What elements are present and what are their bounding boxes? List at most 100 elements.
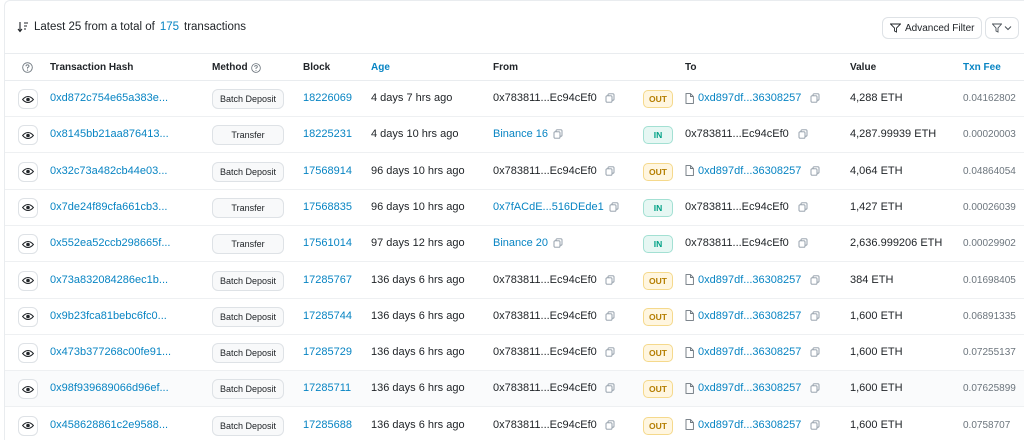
from-address-cell: 0x783811...Ec94cEf0 [493, 274, 615, 286]
from-address-link[interactable]: 0x783811...Ec94cEf0 [493, 346, 597, 358]
method-badge: Batch Deposit [212, 89, 284, 109]
from-address-link[interactable]: 0x7fACdE...516DEde1 [493, 201, 604, 213]
view-details-eye-button[interactable] [18, 379, 38, 400]
age-text: 4 days 7 hrs ago [371, 92, 453, 104]
copy-icon[interactable] [553, 129, 563, 139]
tx-hash-link[interactable]: 0x73a832084286ec1b... [50, 274, 168, 286]
to-address-cell: 0xd897df...36308257 [685, 419, 820, 431]
tx-hash-link[interactable]: 0x473b377268c00fe91... [50, 346, 171, 358]
copy-icon[interactable] [810, 311, 820, 321]
tx-hash-link[interactable]: 0x9b23fca81bebc6fc0... [50, 310, 167, 322]
from-address-link[interactable]: Binance 20 [493, 237, 548, 249]
col-txn-fee-toggle[interactable]: Txn Fee [963, 62, 1001, 73]
block-link[interactable]: 17285711 [303, 382, 351, 394]
txn-fee-text: 0.04162802 [963, 93, 1016, 104]
block-link[interactable]: 17285688 [303, 419, 352, 431]
tx-hash-link[interactable]: 0x458628861c2e9588... [50, 419, 168, 431]
copy-icon[interactable] [798, 238, 808, 248]
copy-icon[interactable] [798, 129, 808, 139]
method-badge: Batch Deposit [212, 161, 284, 182]
tx-hash-link[interactable]: 0x7de24f89cfa661cb3... [50, 201, 167, 213]
value-text: 1,600 ETH [850, 346, 903, 359]
eye-icon [22, 203, 34, 212]
view-details-eye-button[interactable] [18, 415, 38, 436]
copy-icon[interactable] [810, 383, 820, 394]
view-details-eye-button[interactable] [18, 234, 38, 255]
view-details-eye-button[interactable] [18, 270, 38, 291]
question-circle-icon[interactable] [250, 62, 261, 73]
copy-icon[interactable] [798, 202, 808, 212]
copy-icon[interactable] [605, 420, 615, 430]
copy-icon[interactable] [605, 274, 615, 285]
from-address-link[interactable]: 0x783811...Ec94cEf0 [493, 165, 597, 177]
copy-icon[interactable] [810, 274, 820, 285]
view-details-eye-button[interactable] [18, 161, 38, 182]
from-address-link[interactable]: 0x783811...Ec94cEf0 [493, 419, 597, 431]
block-link[interactable]: 17285729 [303, 346, 352, 358]
view-details-eye-button[interactable] [18, 125, 38, 146]
from-address-cell: 0x783811...Ec94cEf0 [493, 346, 615, 358]
copy-icon[interactable] [609, 202, 619, 212]
view-details-eye-button[interactable] [18, 343, 38, 364]
to-address-link[interactable]: 0xd897df...36308257 [698, 419, 801, 431]
view-details-eye-button[interactable] [18, 89, 38, 109]
block-link[interactable]: 17285767 [303, 274, 352, 286]
tx-hash-link[interactable]: 0x32c73a482cb44e03... [50, 165, 167, 177]
age-text: 4 days 10 hrs ago [371, 128, 459, 141]
tx-hash-link[interactable]: 0x552ea52ccb298665f... [50, 237, 171, 249]
block-link[interactable]: 18226069 [303, 92, 352, 104]
block-link[interactable]: 17568914 [303, 165, 352, 177]
copy-icon[interactable] [810, 93, 820, 103]
to-address-link[interactable]: 0xd897df...36308257 [698, 382, 801, 394]
contract-doc-icon [685, 346, 694, 358]
block-link[interactable]: 17285744 [303, 310, 352, 322]
to-address-link[interactable]: 0x783811...Ec94cEf0 [685, 128, 789, 140]
question-circle-icon [22, 62, 33, 73]
copy-icon[interactable] [605, 347, 615, 357]
block-link[interactable]: 17561014 [303, 237, 352, 249]
from-address-cell: 0x783811...Ec94cEf0 [493, 382, 615, 394]
col-age-toggle[interactable]: Age [371, 62, 390, 73]
copy-icon[interactable] [810, 420, 820, 430]
to-address-link[interactable]: 0xd897df...36308257 [698, 165, 801, 177]
copy-icon[interactable] [810, 165, 820, 176]
advanced-filter-label: Advanced Filter [905, 22, 975, 34]
age-text: 136 days 6 hrs ago [371, 382, 465, 395]
advanced-filter-button[interactable]: Advanced Filter [882, 17, 983, 39]
from-address-link[interactable]: 0x783811...Ec94cEf0 [493, 274, 597, 286]
to-address-cell: 0xd897df...36308257 [685, 382, 820, 394]
block-link[interactable]: 17568835 [303, 201, 352, 213]
from-address-link[interactable]: 0x783811...Ec94cEf0 [493, 310, 597, 322]
tx-hash-link[interactable]: 0x98f939689066d96ef... [50, 382, 169, 394]
table-row: 0x7de24f89cfa661cb3... Transfer 17568835 96… [5, 190, 1024, 226]
view-details-eye-button[interactable] [18, 306, 38, 327]
view-details-eye-button[interactable] [18, 197, 38, 218]
age-text: 136 days 6 hrs ago [371, 309, 465, 322]
to-address-link[interactable]: 0xd897df...36308257 [698, 92, 801, 104]
to-address-link[interactable]: 0xd897df...36308257 [698, 310, 801, 322]
tx-hash-link[interactable]: 0xd872c754e65a383e... [50, 92, 168, 104]
copy-icon[interactable] [810, 347, 820, 357]
to-address-link[interactable]: 0x783811...Ec94cEf0 [685, 237, 789, 249]
summary-suffix: transactions [184, 21, 247, 33]
copy-icon[interactable] [605, 383, 615, 394]
block-link[interactable]: 18225231 [303, 128, 352, 140]
help-column-header[interactable] [22, 62, 33, 73]
txn-fee-text: 0.00026039 [963, 201, 1016, 213]
copy-icon[interactable] [605, 311, 615, 321]
copy-icon[interactable] [553, 238, 563, 248]
to-address-cell: 0xd897df...36308257 [685, 346, 820, 358]
from-address-link[interactable]: Binance 16 [493, 128, 548, 140]
tx-hash-link[interactable]: 0x8145bb21aa876413... [50, 128, 169, 140]
col-block: Block [303, 62, 331, 73]
total-count-link[interactable]: 175 [160, 21, 179, 33]
eye-icon [22, 131, 34, 140]
to-address-link[interactable]: 0x783811...Ec94cEf0 [685, 201, 789, 213]
from-address-link[interactable]: 0x783811...Ec94cEf0 [493, 92, 597, 104]
copy-icon[interactable] [605, 93, 615, 103]
to-address-link[interactable]: 0xd897df...36308257 [698, 274, 801, 286]
filter-dropdown-button[interactable] [985, 17, 1019, 39]
copy-icon[interactable] [605, 165, 615, 176]
to-address-link[interactable]: 0xd897df...36308257 [698, 346, 801, 358]
from-address-link[interactable]: 0x783811...Ec94cEf0 [493, 382, 597, 394]
